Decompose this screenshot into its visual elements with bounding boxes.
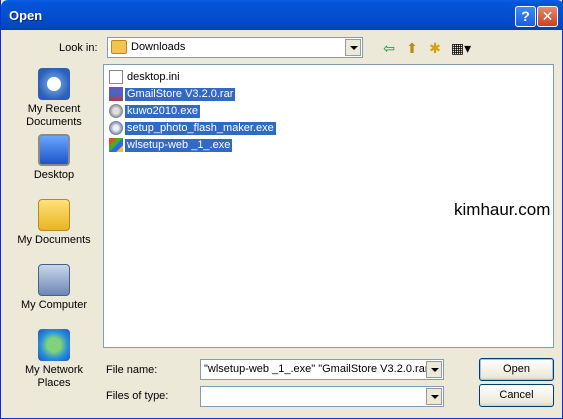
- recent-documents-icon: [38, 68, 70, 100]
- file-name: kuwo2010.exe: [125, 105, 200, 118]
- open-button[interactable]: Open: [479, 358, 554, 381]
- back-icon[interactable]: ⇦: [379, 39, 399, 57]
- look-in-value: Downloads: [131, 41, 186, 53]
- exe-app-icon: [109, 104, 123, 118]
- places-item-label: Desktop: [33, 169, 75, 181]
- places-item-network[interactable]: My Network Places: [11, 329, 97, 390]
- places-item-recent[interactable]: My Recent Documents: [11, 68, 97, 129]
- setup-disc-icon: [109, 121, 123, 135]
- dialog-title: Open: [9, 8, 43, 23]
- view-menu-icon[interactable]: ▦▾: [448, 39, 474, 57]
- windows-logo-icon: [109, 138, 123, 152]
- chevron-down-icon[interactable]: [426, 361, 442, 378]
- ini-file-icon: [109, 70, 123, 84]
- my-documents-icon: [38, 199, 70, 231]
- file-name-value: "wlsetup-web _1_.exe" "GmailStore V3.2.0…: [204, 363, 426, 375]
- rar-archive-icon: [109, 87, 123, 101]
- files-of-type-dropdown[interactable]: [200, 386, 444, 407]
- file-name-input[interactable]: "wlsetup-web _1_.exe" "GmailStore V3.2.0…: [200, 359, 444, 380]
- chevron-down-icon[interactable]: [345, 39, 361, 56]
- my-computer-icon: [38, 264, 70, 296]
- up-folder-icon[interactable]: ⬆: [402, 39, 422, 57]
- places-bar: My Recent Documents Desktop My Documents…: [11, 64, 97, 409]
- folder-icon: [111, 40, 127, 54]
- look-in-dropdown[interactable]: Downloads: [107, 37, 363, 58]
- file-name: GmailStore V3.2.0.rar: [125, 88, 236, 101]
- places-item-label: My Network Places: [24, 364, 84, 389]
- places-item-my-computer[interactable]: My Computer: [11, 264, 97, 312]
- chevron-down-icon[interactable]: [426, 388, 442, 405]
- open-dialog: Open ? ✕ Look in: Downloads ⇦ ⬆ ✱ ▦▾ My …: [0, 0, 563, 419]
- cancel-button[interactable]: Cancel: [479, 384, 554, 407]
- places-item-label: My Documents: [17, 234, 91, 246]
- network-places-icon: [38, 329, 70, 361]
- desktop-icon: [38, 134, 70, 166]
- places-item-label: My Recent Documents: [26, 103, 82, 128]
- files-of-type-label: Files of type:: [106, 390, 169, 402]
- file-name: desktop.ini: [127, 71, 180, 83]
- places-item-my-documents[interactable]: My Documents: [11, 199, 97, 247]
- close-button[interactable]: ✕: [537, 6, 558, 27]
- watermark-text: kimhaur.com: [454, 200, 551, 220]
- title-bar[interactable]: Open ? ✕: [1, 0, 563, 30]
- new-folder-icon[interactable]: ✱: [425, 39, 445, 57]
- look-in-label: Look in:: [59, 42, 98, 54]
- help-button[interactable]: ?: [515, 6, 536, 27]
- places-item-desktop[interactable]: Desktop: [11, 134, 97, 182]
- file-name-label: File name:: [106, 364, 158, 376]
- file-name: setup_photo_flash_maker.exe: [125, 122, 276, 135]
- file-name: wlsetup-web _1_.exe: [125, 139, 233, 152]
- places-item-label: My Computer: [20, 299, 88, 311]
